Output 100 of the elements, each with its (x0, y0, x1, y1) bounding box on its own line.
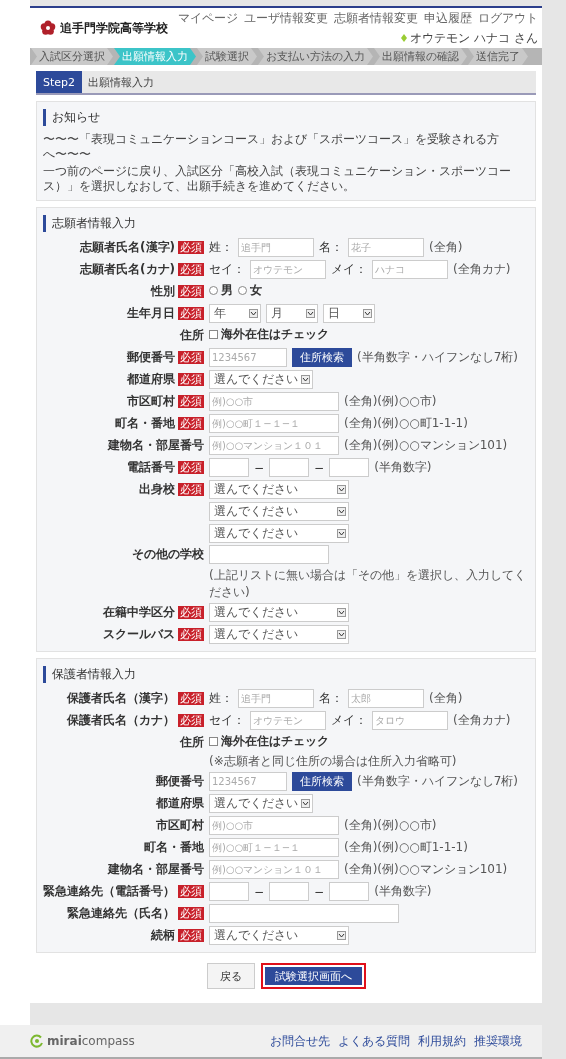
field-prefix: 名： (319, 239, 343, 256)
input-field[interactable] (269, 458, 310, 477)
field-hint: (全角)(例)○○市) (344, 817, 437, 834)
required-badge: 必須 (178, 417, 204, 430)
select-field[interactable]: 選んでください (209, 370, 313, 389)
input-field[interactable] (209, 904, 399, 923)
input-field[interactable] (329, 458, 370, 477)
next-button[interactable]: 試験選択画面へ (260, 963, 366, 989)
footer-link[interactable]: 利用規約 (418, 1032, 466, 1050)
input-field[interactable]: 追手門 (238, 689, 314, 708)
input-field[interactable]: オウテモン (250, 711, 326, 730)
step-tab[interactable]: 入試区分選択 (31, 48, 113, 65)
field-label: 郵便番号 (127, 349, 175, 366)
dropdown-icon (337, 931, 346, 940)
address-search-button[interactable]: 住所検索 (292, 772, 352, 791)
nav-link[interactable]: ログアウト (478, 9, 538, 27)
radio-icon[interactable] (209, 286, 218, 295)
input-field[interactable]: 例)○○市 (209, 816, 339, 835)
select-field[interactable]: 選んでください (209, 524, 349, 543)
select-field[interactable]: 選んでください (209, 603, 349, 622)
radio-icon[interactable] (238, 286, 247, 295)
input-field[interactable] (329, 882, 370, 901)
field-prefix: 名： (319, 690, 343, 707)
footer-link[interactable]: お問合せ先 (270, 1032, 330, 1050)
address-search-button[interactable]: 住所検索 (292, 348, 352, 367)
required-badge: 必須 (178, 285, 204, 298)
field-label: スクールバス (103, 626, 175, 643)
nav-link[interactable]: ユーザ情報変更 (244, 9, 328, 27)
field-label: 緊急連絡先（氏名） (67, 905, 175, 922)
step-tab[interactable]: 試験選択 (197, 48, 257, 65)
select-field[interactable]: 月 (266, 304, 318, 323)
field-label: 都道府県 (127, 371, 175, 388)
nav-link[interactable]: 申込履歴 (424, 9, 472, 27)
input-field[interactable] (209, 545, 329, 564)
dropdown-icon (306, 309, 315, 318)
input-field[interactable]: 1234567 (209, 348, 287, 367)
select-field[interactable]: 選んでください (209, 480, 349, 499)
required-badge: 必須 (178, 907, 204, 920)
field-hint: (全角) (429, 239, 463, 256)
input-field[interactable]: 太郎 (348, 689, 424, 708)
input-field[interactable]: 例)○○町１−１−１ (209, 414, 339, 433)
checkbox-option[interactable]: 海外在住はチェック (209, 326, 329, 343)
dropdown-icon (301, 799, 310, 808)
field-hint: (半角数字・ハイフンなし7桁) (357, 349, 518, 366)
select-field[interactable]: 選んでください (209, 926, 349, 945)
required-badge: 必須 (178, 461, 204, 474)
field-label: 緊急連絡先（電話番号） (43, 883, 175, 900)
select-field[interactable]: 日 (323, 304, 375, 323)
select-field[interactable]: 選んでください (209, 625, 349, 644)
field-label: 電話番号 (127, 459, 175, 476)
field-label: 出身校 (139, 481, 175, 498)
dropdown-icon (337, 485, 346, 494)
footer-link[interactable]: 推奨環境 (474, 1032, 522, 1050)
school-name: 追手門学院高等学校 (60, 19, 168, 37)
input-field[interactable]: ハナコ (372, 260, 448, 279)
required-badge: 必須 (178, 263, 204, 276)
checkbox-icon[interactable] (209, 330, 218, 339)
page-title: 出願情報入力 (87, 74, 155, 91)
step-tab[interactable]: 出願情報の確認 (374, 48, 467, 65)
input-field[interactable]: 例)○○町１−１−１ (209, 838, 339, 857)
dropdown-icon (301, 375, 310, 384)
select-field[interactable]: 年 (209, 304, 261, 323)
input-field[interactable] (209, 458, 249, 477)
back-button[interactable]: 戻る (206, 963, 255, 989)
input-field[interactable] (209, 882, 249, 901)
required-badge: 必須 (178, 692, 204, 705)
field-label: 志願者氏名(漢字) (80, 239, 175, 256)
select-field[interactable]: 選んでください (209, 502, 349, 521)
footer-link[interactable]: よくある質問 (338, 1032, 410, 1050)
input-field[interactable]: タロウ (372, 711, 448, 730)
radio-option[interactable]: 男 (209, 282, 233, 299)
field-label: 続柄 (151, 927, 175, 944)
step-tab[interactable]: お支払い方法の入力 (258, 48, 373, 65)
radio-option[interactable]: 女 (238, 282, 262, 299)
required-badge: 必須 (178, 606, 204, 619)
input-field[interactable]: 追手門 (238, 238, 314, 257)
brand-logo: miraicompass (30, 1034, 135, 1048)
input-field[interactable]: 例)○○市 (209, 392, 339, 411)
select-field[interactable]: 選んでください (209, 794, 313, 813)
field-prefix: − (314, 460, 325, 475)
input-field[interactable] (269, 882, 310, 901)
field-prefix: セイ： (209, 261, 245, 278)
compass-logo-icon (30, 1034, 44, 1048)
nav-link[interactable]: マイページ (178, 9, 238, 27)
input-field[interactable]: 1234567 (209, 772, 287, 791)
field-prefix: − (254, 884, 265, 899)
field-hint: (全角) (429, 690, 463, 707)
field-hint: (全角)(例)○○町1-1-1) (344, 415, 468, 432)
required-badge: 必須 (178, 395, 204, 408)
required-badge: 必須 (178, 373, 204, 386)
field-hint: (全角カナ) (453, 712, 511, 729)
input-field[interactable]: 花子 (348, 238, 424, 257)
field-label: 建物名・部屋番号 (108, 437, 204, 454)
input-field[interactable]: オウテモン (250, 260, 326, 279)
nav-link[interactable]: 志願者情報変更 (334, 9, 418, 27)
checkbox-icon[interactable] (209, 737, 218, 746)
checkbox-option[interactable]: 海外在住はチェック (209, 733, 329, 750)
step-tab[interactable]: 送信完了 (468, 48, 528, 65)
field-label: 市区町村 (156, 817, 204, 834)
required-badge: 必須 (178, 929, 204, 942)
